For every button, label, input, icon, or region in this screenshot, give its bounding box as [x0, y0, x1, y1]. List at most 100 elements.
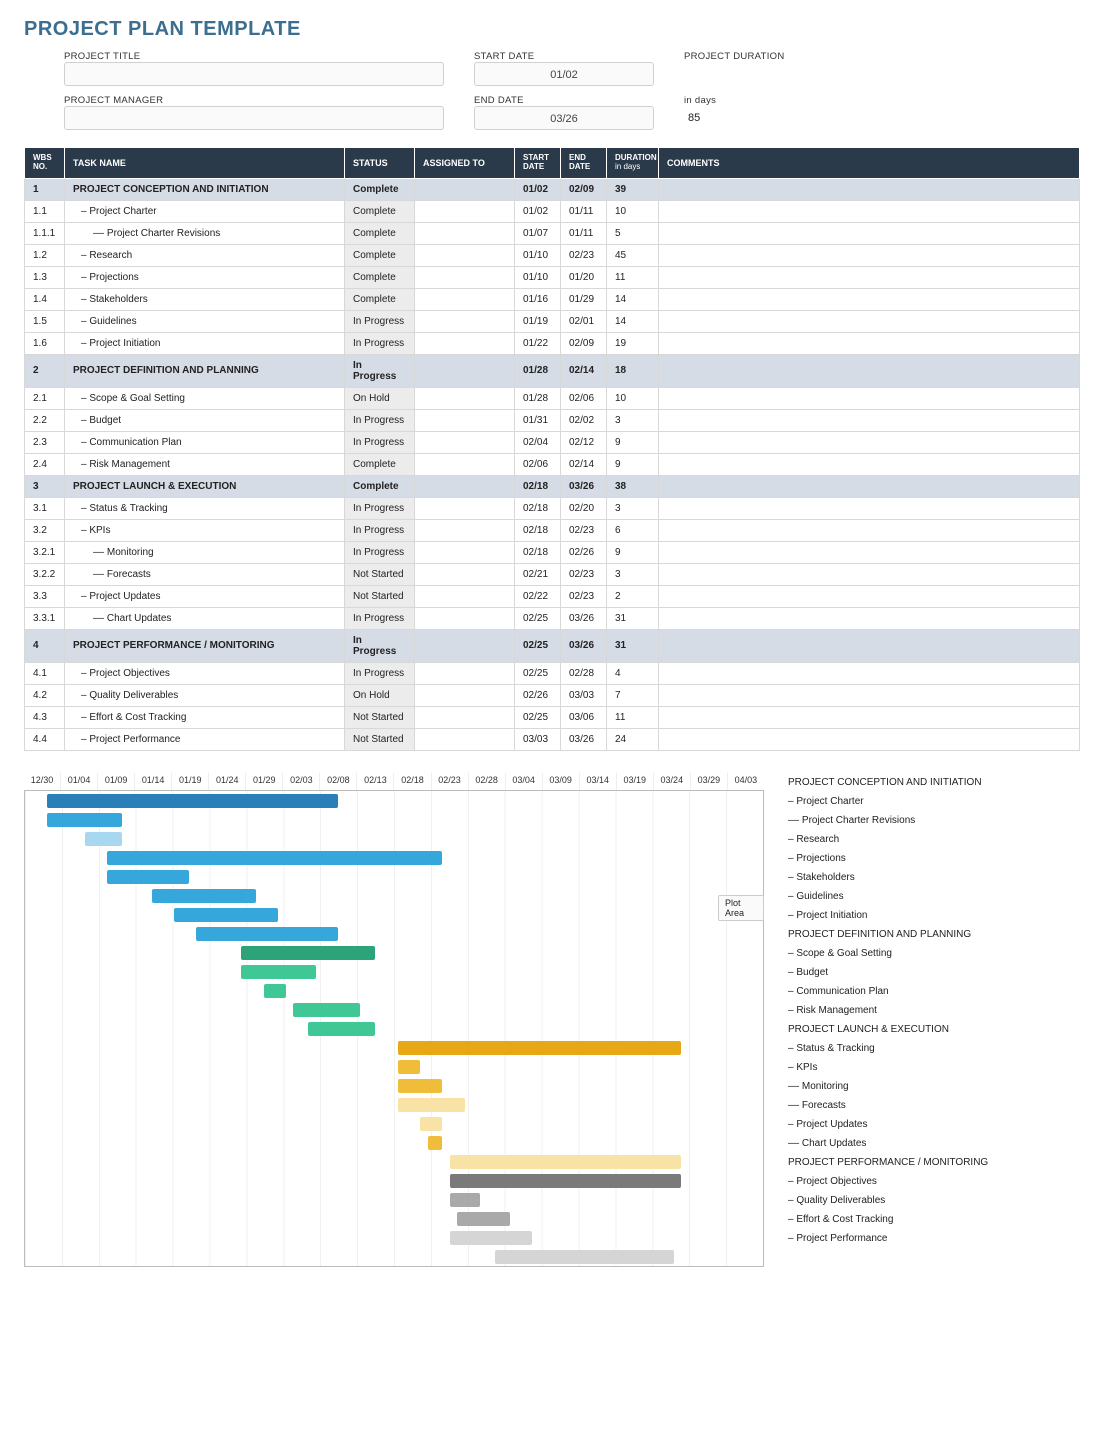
cell-status[interactable]: In Progress [345, 497, 415, 519]
cell-comments[interactable] [659, 332, 1080, 354]
cell-assigned[interactable] [415, 585, 515, 607]
cell-status[interactable]: Complete [345, 244, 415, 266]
table-row[interactable]: 3.2.2–– ForecastsNot Started02/2102/233 [25, 563, 1080, 585]
cell-assigned[interactable] [415, 519, 515, 541]
table-row[interactable]: 2.3– Communication PlanIn Progress02/040… [25, 431, 1080, 453]
table-row[interactable]: 1.1– Project CharterComplete01/0201/1110 [25, 200, 1080, 222]
table-row[interactable]: 3.2– KPIsIn Progress02/1802/236 [25, 519, 1080, 541]
cell-comments[interactable] [659, 684, 1080, 706]
cell-status[interactable]: Complete [345, 288, 415, 310]
cell-assigned[interactable] [415, 332, 515, 354]
table-row[interactable]: 4.3– Effort & Cost TrackingNot Started02… [25, 706, 1080, 728]
cell-assigned[interactable] [415, 728, 515, 750]
cell-assigned[interactable] [415, 222, 515, 244]
cell-status[interactable]: In Progress [345, 431, 415, 453]
cell-assigned[interactable] [415, 266, 515, 288]
cell-comments[interactable] [659, 354, 1080, 387]
table-row[interactable]: 1.1.1–– Project Charter RevisionsComplet… [25, 222, 1080, 244]
table-row[interactable]: 1.2– ResearchComplete01/1002/2345 [25, 244, 1080, 266]
cell-status[interactable]: In Progress [345, 662, 415, 684]
cell-comments[interactable] [659, 310, 1080, 332]
cell-comments[interactable] [659, 662, 1080, 684]
table-row[interactable]: 3.3.1–– Chart UpdatesIn Progress02/2503/… [25, 607, 1080, 629]
cell-assigned[interactable] [415, 200, 515, 222]
cell-comments[interactable] [659, 629, 1080, 662]
cell-assigned[interactable] [415, 288, 515, 310]
table-row[interactable]: 4PROJECT PERFORMANCE / MONITORINGIn Prog… [25, 629, 1080, 662]
cell-assigned[interactable] [415, 354, 515, 387]
start-date-input[interactable]: 01/02 [474, 62, 654, 86]
table-row[interactable]: 1.3– ProjectionsComplete01/1001/2011 [25, 266, 1080, 288]
table-row[interactable]: 1.5– GuidelinesIn Progress01/1902/0114 [25, 310, 1080, 332]
cell-status[interactable]: In Progress [345, 629, 415, 662]
table-row[interactable]: 2.2– BudgetIn Progress01/3102/023 [25, 409, 1080, 431]
cell-status[interactable]: In Progress [345, 332, 415, 354]
cell-status[interactable]: Complete [345, 200, 415, 222]
cell-comments[interactable] [659, 453, 1080, 475]
cell-assigned[interactable] [415, 563, 515, 585]
cell-comments[interactable] [659, 497, 1080, 519]
cell-status[interactable]: In Progress [345, 354, 415, 387]
cell-assigned[interactable] [415, 684, 515, 706]
cell-assigned[interactable] [415, 541, 515, 563]
table-row[interactable]: 2.4– Risk ManagementComplete02/0602/149 [25, 453, 1080, 475]
cell-assigned[interactable] [415, 409, 515, 431]
cell-status[interactable]: In Progress [345, 409, 415, 431]
table-row[interactable]: 2PROJECT DEFINITION AND PLANNINGIn Progr… [25, 354, 1080, 387]
cell-status[interactable]: Not Started [345, 728, 415, 750]
table-row[interactable]: 4.2– Quality DeliverablesOn Hold02/2603/… [25, 684, 1080, 706]
cell-status[interactable]: On Hold [345, 387, 415, 409]
cell-assigned[interactable] [415, 706, 515, 728]
cell-comments[interactable] [659, 266, 1080, 288]
cell-comments[interactable] [659, 706, 1080, 728]
cell-status[interactable]: Not Started [345, 585, 415, 607]
cell-status[interactable]: In Progress [345, 310, 415, 332]
cell-comments[interactable] [659, 244, 1080, 266]
cell-assigned[interactable] [415, 387, 515, 409]
cell-comments[interactable] [659, 519, 1080, 541]
cell-status[interactable]: Not Started [345, 563, 415, 585]
cell-assigned[interactable] [415, 310, 515, 332]
cell-assigned[interactable] [415, 244, 515, 266]
cell-assigned[interactable] [415, 497, 515, 519]
cell-comments[interactable] [659, 585, 1080, 607]
cell-status[interactable]: Not Started [345, 706, 415, 728]
cell-comments[interactable] [659, 607, 1080, 629]
cell-assigned[interactable] [415, 475, 515, 497]
cell-comments[interactable] [659, 728, 1080, 750]
cell-comments[interactable] [659, 563, 1080, 585]
cell-status[interactable]: Complete [345, 453, 415, 475]
table-row[interactable]: 2.1– Scope & Goal SettingOn Hold01/2802/… [25, 387, 1080, 409]
cell-assigned[interactable] [415, 178, 515, 200]
cell-status[interactable]: In Progress [345, 607, 415, 629]
cell-comments[interactable] [659, 387, 1080, 409]
end-date-input[interactable]: 03/26 [474, 106, 654, 130]
cell-status[interactable]: Complete [345, 178, 415, 200]
cell-status[interactable]: In Progress [345, 541, 415, 563]
table-row[interactable]: 4.1– Project ObjectivesIn Progress02/250… [25, 662, 1080, 684]
cell-comments[interactable] [659, 288, 1080, 310]
cell-status[interactable]: Complete [345, 266, 415, 288]
cell-comments[interactable] [659, 431, 1080, 453]
cell-assigned[interactable] [415, 607, 515, 629]
cell-comments[interactable] [659, 200, 1080, 222]
cell-status[interactable]: Complete [345, 475, 415, 497]
project-manager-input[interactable] [64, 106, 444, 130]
cell-status[interactable]: Complete [345, 222, 415, 244]
table-row[interactable]: 4.4– Project PerformanceNot Started03/03… [25, 728, 1080, 750]
cell-status[interactable]: On Hold [345, 684, 415, 706]
table-row[interactable]: 3PROJECT LAUNCH & EXECUTIONComplete02/18… [25, 475, 1080, 497]
project-title-input[interactable] [64, 62, 444, 86]
cell-assigned[interactable] [415, 431, 515, 453]
table-row[interactable]: 3.1– Status & TrackingIn Progress02/1802… [25, 497, 1080, 519]
cell-comments[interactable] [659, 541, 1080, 563]
cell-comments[interactable] [659, 222, 1080, 244]
cell-assigned[interactable] [415, 453, 515, 475]
table-row[interactable]: 1PROJECT CONCEPTION AND INITIATIONComple… [25, 178, 1080, 200]
table-row[interactable]: 3.3– Project UpdatesNot Started02/2202/2… [25, 585, 1080, 607]
table-row[interactable]: 1.4– StakeholdersComplete01/1601/2914 [25, 288, 1080, 310]
table-row[interactable]: 1.6– Project InitiationIn Progress01/220… [25, 332, 1080, 354]
cell-status[interactable]: In Progress [345, 519, 415, 541]
cell-comments[interactable] [659, 475, 1080, 497]
cell-comments[interactable] [659, 409, 1080, 431]
